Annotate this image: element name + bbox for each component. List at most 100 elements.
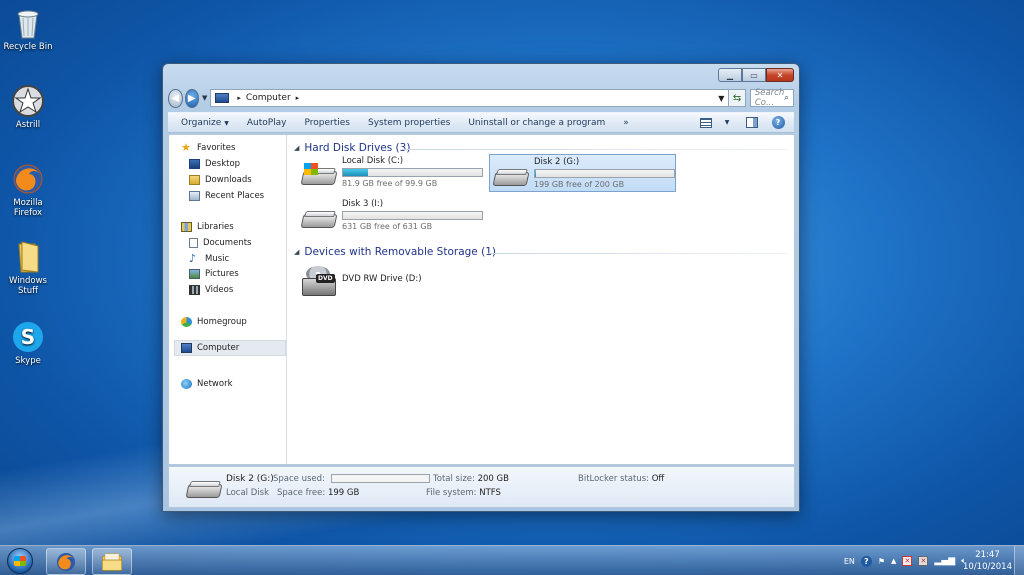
drive-item-dvd[interactable]: DVD DVD RW Drive (D:) [294,263,480,301]
show-hidden-icons-arrow[interactable]: ▲ [891,557,896,565]
desktop-icon-windows-stuff[interactable]: Windows Stuff [0,240,56,296]
desktop-icon-label: Mozilla Firefox [13,198,43,218]
details-pane: Disk 2 (G:) Local Disk Space used: Space… [168,466,795,508]
drive-item-c[interactable]: Local Disk (C:) 81.9 GB free of 99.9 GB [298,154,484,192]
details-value: NTFS [479,488,501,498]
minimize-button[interactable]: ▁ [718,68,742,82]
drive-free-space: 199 GB free of 200 GB [534,180,625,189]
flag-tray-icon[interactable]: ⚑ [878,557,885,566]
hard-drive-icon [300,210,338,230]
desktop-icon-label: Astrill [15,120,41,130]
nav-label: Music [205,254,230,264]
drive-usage-bar [534,169,675,178]
taskbar-explorer[interactable] [92,548,132,575]
nav-item-libraries[interactable]: Libraries [181,222,234,232]
close-button[interactable]: ✕ [766,68,794,82]
firefox-icon [56,552,76,571]
dvd-icon-label: DVD [316,274,335,283]
drive-item-i[interactable]: Disk 3 (I:) 631 GB free of 631 GB [298,197,484,235]
action-center-icon[interactable]: ✕ [902,556,913,566]
documents-icon [189,238,198,248]
group-header-hard-disk-drives[interactable]: ◢ Hard Disk Drives (3) [294,142,788,154]
desktop-icon-label: Skype [15,356,41,366]
system-tray: EN ? ⚑ ▲ ✕ ✕ ▂▄▆ 🔈︎ [838,546,966,575]
nav-item-pictures[interactable]: Pictures [189,269,239,279]
recent-pages-dropdown[interactable]: ▼ [202,94,207,102]
window-controls: ▁ ▭ ✕ [718,68,794,82]
nav-item-recent-places[interactable]: Recent Places [189,191,264,201]
nav-item-network[interactable]: Network [181,379,233,389]
view-icon [700,117,712,128]
content-area: ★ Favorites Desktop Downloads Recent Pla… [168,134,795,465]
desktop-icon-recycle-bin[interactable]: Recycle Bin [0,6,56,52]
nav-item-music[interactable]: ♪ Music [189,253,230,264]
nav-item-videos[interactable]: Videos [189,285,233,295]
drive-usage-bar [342,211,483,220]
maximize-button[interactable]: ▭ [742,68,766,82]
taskbar-firefox[interactable] [46,548,86,575]
more-commands-button[interactable]: » [616,118,640,128]
collapse-triangle-icon: ◢ [294,248,300,256]
desktop-icon-label: Windows Stuff [9,276,47,296]
chevron-down-icon: ▼ [202,94,208,102]
group-divider [488,253,788,254]
folder-icon [101,552,123,571]
start-button[interactable] [2,546,38,575]
dvd-drive-icon: DVD [302,266,338,298]
preview-pane-button[interactable] [742,115,762,130]
language-indicator[interactable]: EN [844,557,855,566]
address-bar[interactable]: ▸ Computer ▸ ▼ [210,89,730,107]
clock[interactable]: 21:47 10/10/2014 [963,549,1012,573]
breadcrumb-computer[interactable]: Computer [246,93,291,103]
refresh-button[interactable]: ⇆ [729,89,746,107]
downloads-folder-icon [189,175,200,185]
breadcrumb-sep-icon[interactable]: ▸ [237,94,241,102]
drive-name: Local Disk (C:) [342,156,404,166]
view-options-dropdown[interactable]: ▼ [722,115,732,130]
network-error-icon[interactable]: ✕ [918,556,929,566]
taskbar: EN ? ⚑ ▲ ✕ ✕ ▂▄▆ 🔈︎ 21:47 10/10/2014 [0,545,1024,575]
navigation-pane: ★ Favorites Desktop Downloads Recent Pla… [169,135,287,464]
address-history-dropdown[interactable]: ▼ [718,94,724,103]
help-button[interactable]: ? [768,115,788,130]
nav-item-homegroup[interactable]: Homegroup [181,317,247,327]
breadcrumb-sep-icon[interactable]: ▸ [296,94,300,102]
drive-item-g[interactable]: Disk 2 (G:) 199 GB free of 200 GB [489,154,676,192]
show-desktop-button[interactable] [1014,546,1024,575]
recent-places-icon [189,191,200,201]
desktop-icon-firefox[interactable]: Mozilla Firefox [0,162,56,218]
system-properties-button[interactable]: System properties [361,118,461,128]
signal-bars-icon[interactable]: ▂▄▆ [934,556,955,566]
computer-icon [215,93,230,103]
drive-free-space: 631 GB free of 631 GB [342,222,433,231]
refresh-icon: ⇆ [732,92,742,104]
nav-label: Recent Places [205,191,265,201]
search-box[interactable]: Search Co... ⌕ [749,88,794,108]
organize-menu[interactable]: Organize ▼ [174,118,240,128]
nav-item-computer[interactable]: Computer [174,340,286,356]
properties-button[interactable]: Properties [298,118,361,128]
network-icon [181,379,192,389]
nav-label: Videos [205,285,234,295]
uninstall-program-button[interactable]: Uninstall or change a program [461,118,616,128]
nav-label: Pictures [205,269,239,279]
drive-usage-bar [342,168,483,177]
change-view-button[interactable] [696,115,716,130]
search-icon: ⌕ [784,93,789,103]
preview-pane-icon [746,117,758,128]
help-tray-icon[interactable]: ? [860,555,872,567]
back-button[interactable]: ◀ [168,88,183,108]
autoplay-button[interactable]: AutoPlay [240,118,298,128]
nav-item-downloads[interactable]: Downloads [189,175,252,185]
group-header-removable-storage[interactable]: ◢ Devices with Removable Storage (1) [294,246,788,258]
close-icon: ✕ [776,70,784,80]
desktop-icon-astrill[interactable]: Astrill [0,84,56,130]
nav-label: Downloads [205,175,252,185]
forward-button[interactable]: ▶ [184,88,199,108]
chevron-down-icon: ▼ [224,119,229,127]
pictures-icon [189,269,200,279]
nav-item-documents[interactable]: Documents [189,238,251,248]
nav-item-desktop[interactable]: Desktop [189,159,240,169]
nav-item-favorites[interactable]: ★ Favorites [181,142,235,153]
desktop-icon-skype[interactable]: S Skype [0,320,56,366]
